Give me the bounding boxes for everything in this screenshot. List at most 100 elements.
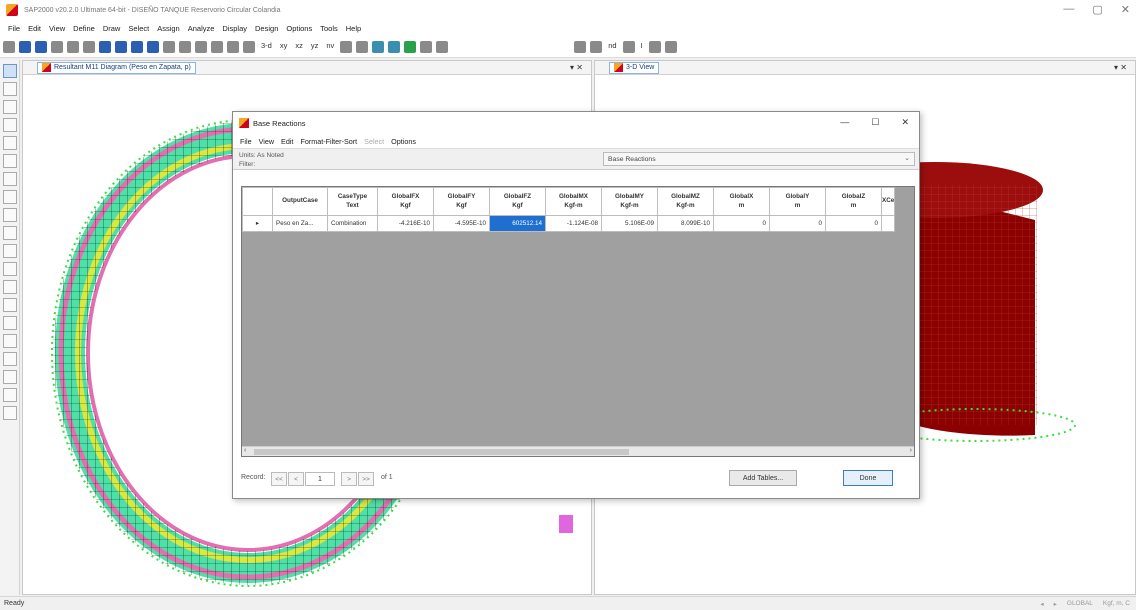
snap-perpendicular-icon[interactable] [3, 406, 17, 420]
table-row[interactable]: ▸ Peso en Za... Combination -4.216E-10 -… [242, 215, 896, 232]
dialog-close-button[interactable]: ✕ [901, 117, 909, 128]
zoom-out-icon[interactable] [211, 40, 223, 53]
frame-section-icon[interactable] [574, 40, 587, 53]
cell-xce[interactable] [880, 215, 896, 232]
draw-rect-area-icon[interactable] [3, 190, 17, 204]
cell-global-fz[interactable]: 602512.14 [489, 215, 546, 232]
right-pane-tab[interactable]: 3-D View [609, 61, 660, 74]
minimize-button[interactable]: — [1063, 3, 1074, 16]
menu-view[interactable]: View [49, 24, 65, 33]
view-yz-button[interactable]: yz [309, 41, 321, 53]
save-icon[interactable] [35, 40, 47, 53]
left-pane-tab[interactable]: Resultant M11 Diagram (Peso en Zapata, p… [37, 61, 196, 74]
frame-release-icon[interactable] [590, 40, 603, 53]
previous-record-button[interactable]: < [288, 472, 304, 486]
menu-assign[interactable]: Assign [157, 24, 180, 33]
zoom-in-icon[interactable] [195, 40, 207, 53]
record-number-input[interactable]: 1 [305, 472, 335, 486]
dialog-minimize-button[interactable]: — [840, 117, 849, 128]
dialog-maximize-button[interactable]: ☐ [871, 117, 879, 128]
maximize-button[interactable]: ▢ [1092, 3, 1102, 16]
column-header[interactable]: GlobalZ m [825, 187, 882, 216]
draw-section-cut-icon[interactable] [3, 262, 17, 276]
column-header[interactable]: GlobalFY Kgf [433, 187, 490, 216]
draw-joint-icon[interactable] [3, 100, 17, 114]
cell-global-z[interactable]: 0 [825, 215, 882, 232]
display-options-icon[interactable] [404, 40, 417, 53]
menu-options[interactable]: Options [286, 24, 312, 33]
draw-solid-icon[interactable] [3, 226, 17, 240]
intersecting-line-icon[interactable] [3, 334, 17, 348]
menu-design[interactable]: Design [255, 24, 278, 33]
column-header[interactable]: GlobalY m [769, 187, 826, 216]
lock-icon[interactable] [115, 40, 127, 53]
cell-global-fx[interactable]: -4.216E-10 [377, 215, 434, 232]
print-icon[interactable] [51, 40, 63, 53]
cell-global-y[interactable]: 0 [769, 215, 826, 232]
last-record-button[interactable]: >> [358, 472, 374, 486]
table-select-dropdown[interactable]: Base Reactions ⌄ [603, 152, 915, 166]
zoom-restore-icon[interactable] [179, 40, 191, 53]
pencil-icon[interactable] [99, 40, 111, 53]
view-xz-button[interactable]: xz [293, 41, 305, 53]
column-header[interactable]: CaseType Text [327, 187, 378, 216]
i-section-button[interactable]: I [639, 41, 645, 53]
horizontal-scrollbar[interactable]: ‹ › [242, 446, 914, 456]
first-record-button[interactable]: << [271, 472, 287, 486]
arrow-right-icon[interactable]: ▸ [1054, 600, 1057, 608]
area-section-icon[interactable] [648, 40, 661, 53]
data-grid[interactable]: OutputCase CaseType Text GlobalFX Kgf Glob… [241, 186, 915, 457]
dialog-menu-select[interactable]: Select [364, 137, 384, 146]
cell-output-case[interactable]: Peso en Za... [272, 215, 328, 232]
dropdown-icon[interactable] [622, 40, 635, 53]
more-dropdown-icon[interactable] [664, 40, 677, 53]
dialog-menu-edit[interactable]: Edit [281, 137, 293, 146]
scroll-left-icon[interactable]: ‹ [244, 447, 246, 454]
clear-selection-icon[interactable] [3, 316, 17, 330]
frame-icon[interactable] [420, 40, 433, 53]
scroll-right-icon[interactable]: › [910, 447, 912, 454]
refresh-icon[interactable] [243, 40, 255, 53]
add-tables-button[interactable]: Add Tables... [729, 470, 797, 486]
pointer-tool-icon[interactable] [3, 64, 17, 78]
redo-icon[interactable] [83, 40, 95, 53]
cell-global-my[interactable]: 5.106E-09 [601, 215, 658, 232]
rotate-icon[interactable] [340, 40, 353, 53]
menu-draw[interactable]: Draw [103, 24, 121, 33]
nd-button[interactable]: nd [606, 41, 618, 53]
coordinate-system-dropdown[interactable]: GLOBAL [1067, 600, 1093, 607]
column-header[interactable]: GlobalX m [713, 187, 770, 216]
column-header[interactable]: GlobalMX Kgf-m [545, 187, 602, 216]
move-down-icon[interactable] [388, 40, 401, 53]
draw-quad-icon[interactable] [3, 208, 17, 222]
draw-cable-icon[interactable] [3, 136, 17, 150]
cell-global-fy[interactable]: -4.595E-10 [433, 215, 490, 232]
grid-dropdown-icon[interactable] [436, 40, 449, 53]
column-header[interactable]: GlobalMY Kgf-m [601, 187, 658, 216]
menu-file[interactable]: File [8, 24, 20, 33]
left-pane-close-button[interactable]: ▾ ✕ [570, 63, 583, 72]
pan-icon[interactable] [227, 40, 239, 53]
run-analysis-icon[interactable] [131, 40, 143, 53]
scrollbar-thumb[interactable] [254, 449, 629, 455]
snap-intersection-icon[interactable] [3, 388, 17, 402]
zoom-window-icon[interactable] [163, 40, 175, 53]
open-icon[interactable] [19, 40, 31, 53]
cell-global-x[interactable]: 0 [713, 215, 770, 232]
draw-frame-icon[interactable] [3, 118, 17, 132]
menu-select[interactable]: Select [128, 24, 149, 33]
menu-define[interactable]: Define [73, 24, 95, 33]
menu-tools[interactable]: Tools [320, 24, 338, 33]
right-pane-close-button[interactable]: ▾ ✕ [1114, 63, 1127, 72]
menu-help[interactable]: Help [346, 24, 361, 33]
draw-link-icon[interactable] [3, 244, 17, 258]
column-header[interactable]: GlobalFX Kgf [377, 187, 434, 216]
move-up-icon[interactable] [372, 40, 385, 53]
cell-global-mz[interactable]: 8.099E-10 [657, 215, 714, 232]
dialog-menu-format-filter-sort[interactable]: Format-Filter-Sort [300, 137, 357, 146]
menu-edit[interactable]: Edit [28, 24, 41, 33]
perspective-icon[interactable] [356, 40, 369, 53]
arrow-left-icon[interactable]: ◂ [1040, 600, 1043, 608]
next-record-button[interactable]: > [341, 472, 357, 486]
column-header[interactable]: GlobalFZ Kgf [489, 187, 546, 216]
